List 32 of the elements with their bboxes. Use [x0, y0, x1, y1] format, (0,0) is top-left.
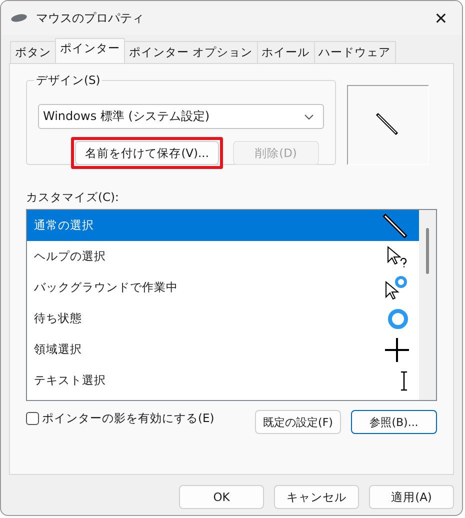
tab[interactable]: ポインター [55, 38, 125, 63]
scheme-dropdown[interactable]: Windows 標準 (システム設定) [38, 104, 324, 129]
cursor-list-item[interactable]: 通常の選択 [27, 210, 419, 241]
text-cursor-icon [399, 370, 409, 390]
cursor-list-item[interactable]: 待ち状態 [27, 303, 419, 334]
customize-label: カスタマイズ(C): [26, 190, 120, 205]
checkbox[interactable] [26, 412, 39, 425]
close-button[interactable]: ✕ [426, 8, 456, 28]
busy-arrow-cursor-icon [385, 276, 409, 300]
group-label: デザイン(S) [34, 73, 102, 88]
window-title: マウスのプロパティ [36, 10, 145, 26]
chevron-icon [304, 114, 314, 120]
pen-cursor-icon [381, 212, 409, 240]
help-cursor-icon [387, 246, 409, 268]
cursor-list-item[interactable]: ヘルプの選択 [27, 241, 419, 272]
scheme-button[interactable]: 名前を付けて保存(V)... [75, 141, 219, 165]
crosshair-icon [385, 338, 409, 362]
cursor-list-item[interactable]: バックグラウンドで作業中 [27, 272, 419, 303]
pointer-button[interactable]: 既定の設定(F) [255, 410, 341, 434]
cursor-list-item[interactable]: 領域選択 [27, 334, 419, 365]
scrollbar[interactable] [419, 210, 436, 400]
dialog-button[interactable]: 適用(A) [369, 485, 454, 509]
busy-cursor-icon [387, 308, 409, 330]
pen-cursor-icon [375, 112, 401, 138]
checkbox-label: ポインターの影を有効にする(E) [42, 411, 214, 426]
cursor-list-item[interactable]: テキスト選択 [27, 365, 419, 396]
tab[interactable]: ボタン [10, 41, 56, 63]
mouse-icon [10, 13, 28, 23]
pointer-button[interactable]: 参照(B)... [351, 410, 437, 434]
dialog-button[interactable]: キャンセル [274, 485, 359, 509]
dialog-button[interactable]: OK [179, 485, 264, 509]
tab[interactable]: ハードウェア [314, 41, 396, 63]
